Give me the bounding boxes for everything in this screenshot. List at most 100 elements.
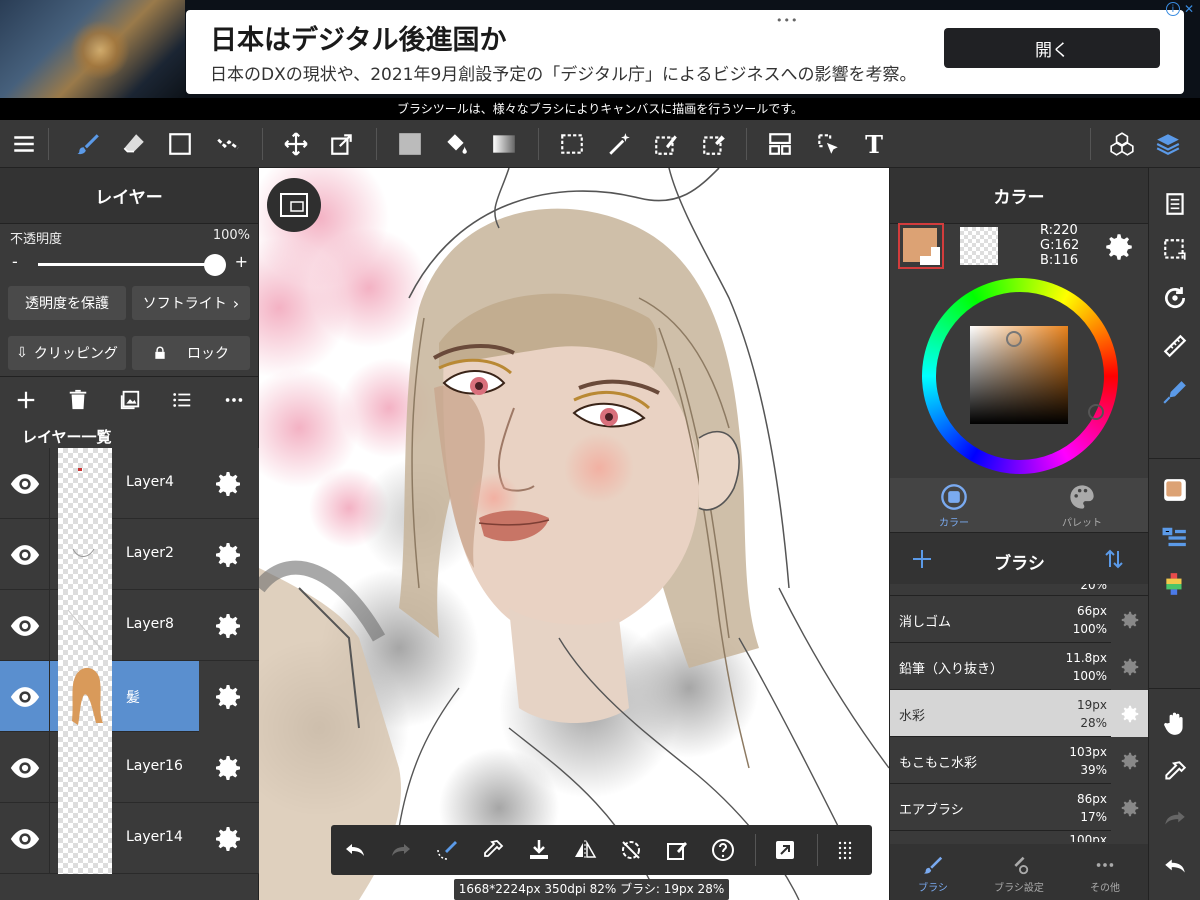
rotate-button[interactable] <box>1157 280 1193 316</box>
tab-color[interactable]: カラー <box>890 482 1018 530</box>
snap-button[interactable] <box>1157 374 1193 410</box>
tab-brush-settings[interactable]: ブラシ設定 <box>976 850 1062 898</box>
save-download-button[interactable] <box>519 825 559 875</box>
undo-button[interactable] <box>335 825 375 875</box>
add-layer-button[interactable] <box>6 382 46 418</box>
layer-settings-gear-icon[interactable] <box>212 539 244 571</box>
material-button[interactable] <box>1100 120 1144 168</box>
palette-panel-toggle[interactable] <box>1157 566 1193 602</box>
eyedropper-button[interactable] <box>473 825 513 875</box>
layer-settings-gear-icon[interactable] <box>212 610 244 642</box>
text-tool-button[interactable]: T <box>852 120 896 168</box>
select-pen-button[interactable] <box>644 120 688 168</box>
operation-tool-button[interactable] <box>806 120 850 168</box>
select-eraser-quick-button[interactable] <box>657 825 697 875</box>
sort-icon[interactable] <box>1102 547 1126 571</box>
brush-item[interactable]: 水彩 19px 28% <box>890 690 1149 737</box>
brush-settings-button[interactable] <box>1111 784 1149 831</box>
ruler-button[interactable] <box>1157 328 1193 364</box>
layer-more-button[interactable] <box>214 382 254 418</box>
redo-button[interactable] <box>381 825 421 875</box>
frame-tool-button[interactable] <box>758 120 802 168</box>
protect-alpha-button[interactable]: 透明度を保護 <box>8 286 126 320</box>
clipping-button[interactable]: ⇩ クリッピング <box>8 336 126 370</box>
brush-settings-button[interactable] <box>1111 596 1149 643</box>
color-panel-toggle[interactable] <box>1157 472 1193 508</box>
layer-settings-gear-icon[interactable] <box>212 823 244 855</box>
drawing-canvas[interactable]: 1668*2224px 350dpi 82% ブラシ: 19px 28% <box>259 168 889 900</box>
layer-list-button[interactable] <box>162 382 202 418</box>
fill-color-button[interactable] <box>388 120 432 168</box>
layer-image-button[interactable] <box>110 382 150 418</box>
tab-palette[interactable]: パレット <box>1018 482 1146 530</box>
secondary-color-swatch[interactable] <box>960 227 998 265</box>
brush-settings-button[interactable] <box>1111 690 1149 737</box>
info-icon[interactable]: i <box>1165 2 1180 16</box>
layer-visibility-toggle[interactable] <box>0 661 50 732</box>
brush-item[interactable]: エアブラシ 86px 17% <box>890 784 1149 831</box>
fullscreen-button[interactable] <box>765 825 805 875</box>
transform-tool-button[interactable] <box>320 120 364 168</box>
blend-mode-button[interactable]: ソフトライト › <box>132 286 250 320</box>
menu-button[interactable] <box>2 120 46 168</box>
opacity-minus[interactable]: - <box>12 252 18 271</box>
document-button[interactable] <box>1157 186 1193 222</box>
ad-open-button[interactable]: 開く <box>944 28 1160 68</box>
flip-button[interactable] <box>565 825 605 875</box>
hue-picker-knob[interactable] <box>1088 404 1104 420</box>
layer-visibility-toggle[interactable] <box>0 519 50 590</box>
selection-toggle-button[interactable] <box>1157 232 1193 268</box>
tab-other[interactable]: その他 <box>1062 850 1148 898</box>
brush-item[interactable]: もこもこ水彩 103px 39% <box>890 737 1149 784</box>
undo-side-button[interactable] <box>1157 848 1193 884</box>
select-tool-button[interactable] <box>550 120 594 168</box>
layer-settings-gear-icon[interactable] <box>212 752 244 784</box>
spoit-button[interactable] <box>1157 754 1193 790</box>
layer-visibility-toggle[interactable] <box>0 732 50 803</box>
hand-tool-button[interactable] <box>1157 706 1193 742</box>
magic-wand-button[interactable] <box>598 120 642 168</box>
rotate-reset-button[interactable] <box>611 825 651 875</box>
close-icon[interactable]: ✕ <box>1184 2 1194 16</box>
opacity-plus[interactable]: + <box>235 252 248 271</box>
brush-settings-button[interactable] <box>1111 643 1149 690</box>
layer-visibility-toggle[interactable] <box>0 590 50 661</box>
tab-brush[interactable]: ブラシ <box>890 850 976 898</box>
polyline-tool-button[interactable] <box>206 120 250 168</box>
sv-picker-knob[interactable] <box>1006 331 1022 347</box>
opacity-slider[interactable]: - + <box>10 252 250 276</box>
primary-color-swatch[interactable] <box>898 223 944 269</box>
navigator-button[interactable] <box>267 178 321 232</box>
layer-row[interactable]: Layer16 <box>0 732 259 803</box>
layer-row[interactable]: Layer2 <box>0 519 259 590</box>
layer-row[interactable]: Layer4 <box>0 448 259 519</box>
slider-track[interactable] <box>38 263 218 266</box>
redo-side-button[interactable] <box>1157 800 1193 836</box>
brush-item[interactable]: 鉛筆（入り抜き） 11.8px 100% <box>890 643 1149 690</box>
layer-row[interactable]: Layer14 <box>0 803 259 874</box>
slider-knob[interactable] <box>204 254 226 276</box>
move-tool-button[interactable] <box>274 120 318 168</box>
brush-mode-button[interactable] <box>427 825 467 875</box>
layer-row[interactable]: 髪 <box>0 661 259 732</box>
help-button[interactable] <box>703 825 743 875</box>
layer-settings-gear-icon[interactable] <box>212 681 244 713</box>
layer-row[interactable]: Layer8 <box>0 590 259 661</box>
layers-toggle-button[interactable] <box>1146 120 1190 168</box>
brush-item[interactable]: 消しゴム 66px 100% <box>890 596 1149 643</box>
grid-menu-button[interactable] <box>825 825 865 875</box>
ad-info[interactable]: i ✕ <box>1165 2 1194 16</box>
layer-visibility-toggle[interactable] <box>0 803 50 874</box>
brush-panel-toggle[interactable] <box>1157 520 1193 556</box>
delete-layer-button[interactable] <box>58 382 98 418</box>
eraser-tool-button[interactable] <box>112 120 156 168</box>
gradient-tool-button[interactable] <box>482 120 526 168</box>
lock-button[interactable]: ロック <box>132 336 250 370</box>
ad-banner[interactable]: ••• 日本はデジタル後進国か 日本のDXの現状や、2021年9月創設予定の「デ… <box>0 0 1200 98</box>
layer-settings-gear-icon[interactable] <box>212 468 244 500</box>
color-settings-gear-icon[interactable] <box>1102 230 1136 264</box>
shape-tool-button[interactable] <box>158 120 202 168</box>
brush-settings-button[interactable] <box>1111 737 1149 784</box>
layer-visibility-toggle[interactable] <box>0 448 50 519</box>
ad-card[interactable]: ••• 日本はデジタル後進国か 日本のDXの現状や、2021年9月創設予定の「デ… <box>186 10 1184 94</box>
